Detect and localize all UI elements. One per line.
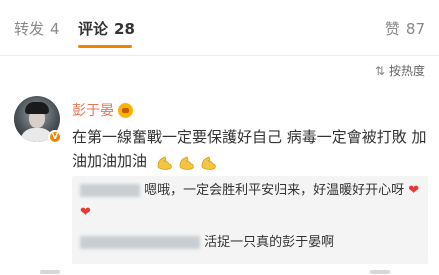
tab-likes[interactable]: 赞 87 (385, 18, 425, 39)
flexed-biceps-icon (200, 154, 217, 170)
sort-icon: ⇅ (374, 63, 385, 78)
comment-username-row: 彭于晏 (72, 100, 133, 120)
tab-repost-label: 转发 (14, 20, 45, 38)
sort-label: 按热度 (388, 64, 425, 78)
tabbar-divider (0, 55, 439, 56)
vip-badge-icon (118, 102, 133, 118)
comment-body: 在第一線奮戰一定要保護好自己 病毒一定會被打敗 加油加油加油 (72, 125, 427, 173)
next-comment-preview (370, 270, 390, 274)
reply-item[interactable]: 嗯哦，一定会胜利平安归来，好温暖好开心呀 ❤❤ (80, 180, 422, 224)
comment-username[interactable]: 彭于晏 (72, 100, 114, 120)
comment-text: 在第一線奮戰一定要保護好自己 病毒一定會被打敗 加油加油加油 (72, 128, 427, 170)
tab-likes-label: 赞 (384, 20, 400, 38)
tab-likes-count: 87 (405, 20, 425, 38)
comment-tabbar: 转发 4 评论 28 赞 87 (0, 0, 439, 56)
blurred-username (80, 236, 200, 249)
emoji-group (156, 154, 217, 170)
next-comment-preview (40, 270, 60, 274)
flexed-biceps-icon (178, 154, 195, 170)
flexed-biceps-icon (156, 154, 173, 170)
tab-repost[interactable]: 转发 4 (14, 18, 60, 39)
tab-comments-count: 28 (114, 20, 135, 38)
replies-box[interactable]: 嗯哦，一定会胜利平安归来，好温暖好开心呀 ❤❤ 活捉一只真的彭于晏啊 (72, 176, 428, 264)
reply-item[interactable]: 活捉一只真的彭于晏啊 (80, 232, 334, 254)
reply-text: 活捉一只真的彭于晏啊 (204, 235, 335, 250)
active-tab-indicator (78, 45, 132, 48)
verified-badge-icon: V (48, 130, 62, 144)
tab-repost-count: 4 (50, 20, 60, 38)
sort-by-hot-button[interactable]: ⇅ 按热度 (375, 62, 425, 79)
blurred-username (80, 184, 140, 197)
tab-comments[interactable]: 评论 28 (78, 18, 135, 39)
reply-text: 嗯哦，一定会胜利平安归来，好温暖好开心呀 (144, 183, 405, 198)
tab-comments-label: 评论 (78, 20, 109, 38)
